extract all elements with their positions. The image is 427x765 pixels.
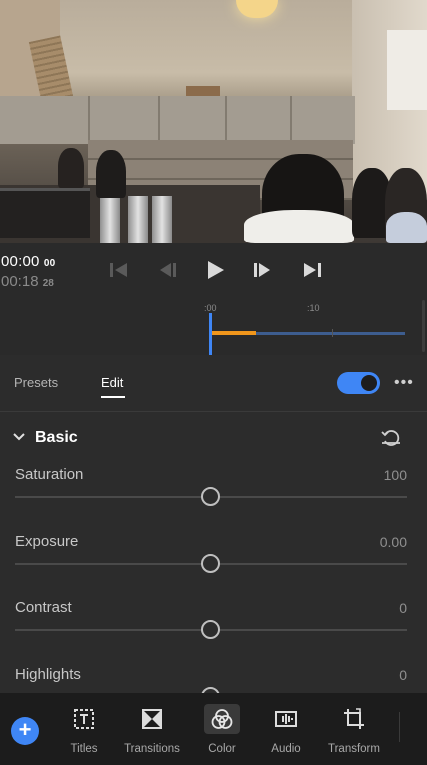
preview-person xyxy=(386,212,427,243)
timeline-clip-in-range[interactable] xyxy=(212,331,256,335)
preview-grinder xyxy=(152,196,172,243)
current-frames: 00 xyxy=(43,258,56,269)
audio-icon xyxy=(268,704,304,734)
param-value[interactable]: 0 xyxy=(399,667,407,683)
ruler-label: :00 xyxy=(204,303,217,313)
preview-cabinet-edge xyxy=(88,96,90,144)
toolbar-titles[interactable]: Titles xyxy=(49,704,119,755)
toolbar-transform[interactable]: Transform xyxy=(319,704,389,755)
toolbar-label: Audio xyxy=(271,743,301,755)
preview-person xyxy=(96,150,126,198)
tab-edit[interactable]: Edit xyxy=(101,375,123,390)
plus-icon[interactable]: + xyxy=(11,717,39,745)
step-forward-icon[interactable] xyxy=(251,259,275,281)
param-label: Contrast xyxy=(15,599,72,616)
preview-grinder xyxy=(100,196,120,243)
transitions-icon xyxy=(134,704,170,734)
ruler-label: :10 xyxy=(307,303,320,313)
edit-panel xyxy=(0,355,427,693)
skip-to-end-icon[interactable] xyxy=(300,259,324,281)
param-value[interactable]: 0 xyxy=(399,600,407,616)
skip-to-start-icon[interactable] xyxy=(107,259,131,281)
toolbar-audio[interactable]: Audio xyxy=(251,704,321,755)
param-value[interactable]: 100 xyxy=(384,467,407,483)
panel-divider xyxy=(0,411,427,412)
color-icon xyxy=(204,704,240,734)
preview-person xyxy=(58,148,84,188)
step-back-icon[interactable] xyxy=(155,259,179,281)
param-value[interactable]: 0.00 xyxy=(380,534,407,550)
titles-icon xyxy=(66,704,102,734)
reset-icon[interactable] xyxy=(380,428,402,446)
toolbar-label: Color xyxy=(208,743,236,755)
current-time: 00:00 xyxy=(1,253,40,270)
current-timecode: 00:00 00 xyxy=(1,253,55,270)
tab-presets[interactable]: Presets xyxy=(14,375,58,390)
more-options-icon[interactable]: ••• xyxy=(394,374,414,392)
play-icon[interactable] xyxy=(203,259,227,281)
param-label: Exposure xyxy=(15,533,79,550)
toolbar-color[interactable]: Color xyxy=(187,704,257,755)
preview-grinder xyxy=(128,196,148,243)
total-timecode: 00:18 28 xyxy=(1,273,54,290)
toolbar-label: Transitions xyxy=(124,743,180,755)
param-label: Highlights xyxy=(15,666,81,683)
preview-cabinet-edge xyxy=(290,96,292,144)
preview-cabinet-edge xyxy=(158,96,160,144)
preview-espresso-machine xyxy=(0,188,90,238)
preview-lamp xyxy=(236,0,278,18)
timeline-scrollbar[interactable] xyxy=(422,300,425,352)
chevron-down-icon[interactable] xyxy=(12,432,26,442)
param-slider-knob[interactable] xyxy=(201,620,220,639)
tab-edit-underline xyxy=(101,396,125,398)
toolbar-label: Titles xyxy=(70,743,98,755)
preview-person xyxy=(244,210,354,243)
timeline-tick xyxy=(332,329,333,337)
total-time: 00:18 xyxy=(1,273,39,290)
preview-window xyxy=(387,30,427,110)
total-frames: 28 xyxy=(42,278,54,289)
toolbar-divider xyxy=(399,712,400,742)
playhead[interactable] xyxy=(209,313,212,355)
toolbar-transitions[interactable]: Transitions xyxy=(117,704,187,755)
preview-cabinet-edge xyxy=(225,96,227,144)
color-enable-toggle[interactable] xyxy=(337,372,380,394)
video-preview[interactable] xyxy=(0,0,427,243)
param-slider-knob[interactable] xyxy=(201,554,220,573)
transform-icon xyxy=(336,704,372,734)
section-title-basic[interactable]: Basic xyxy=(35,429,78,447)
param-label: Saturation xyxy=(15,466,84,483)
param-slider-knob[interactable] xyxy=(201,487,220,506)
toolbar-label: Transform xyxy=(328,743,380,755)
preview-cabinets xyxy=(0,96,355,144)
